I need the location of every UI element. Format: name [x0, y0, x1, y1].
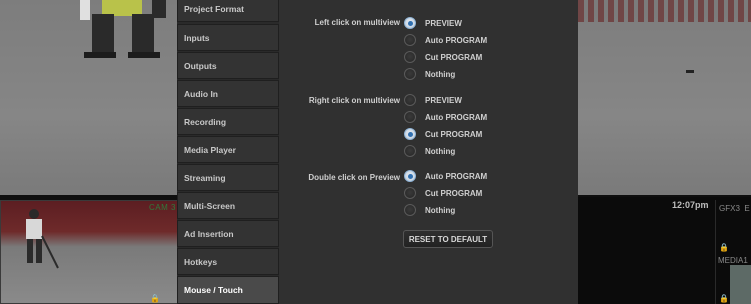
radio-icon[interactable] — [404, 145, 416, 157]
double-click-label: Double click on Preview — [308, 173, 400, 182]
mouse-touch-settings: Left click on multiview PREVIEW Auto PRO… — [279, 0, 578, 304]
goalie-figure — [80, 0, 166, 58]
sidebar-item-mouse-touch[interactable]: Mouse / Touch — [177, 276, 279, 304]
left-click-option-auto-program[interactable]: Auto PROGRAM — [404, 33, 487, 47]
double-click-option-nothing[interactable]: Nothing — [404, 203, 455, 217]
right-click-option-preview[interactable]: PREVIEW — [404, 93, 462, 107]
sidebar-item-recording[interactable]: Recording — [177, 108, 279, 135]
double-click-option-cut-program[interactable]: Cut PROGRAM — [404, 186, 482, 200]
right-click-option-nothing[interactable]: Nothing — [404, 144, 455, 158]
camera-3-label: CAM 3 — [149, 203, 176, 212]
tile-divider — [715, 200, 716, 304]
radio-icon[interactable] — [404, 68, 416, 80]
sidebar-item-multi-screen[interactable]: Multi-Screen — [177, 192, 279, 219]
radio-selected-icon[interactable] — [404, 17, 416, 29]
sidebar-item-streaming[interactable]: Streaming — [177, 164, 279, 191]
sidebar-item-audio-in[interactable]: Audio In — [177, 80, 279, 107]
lock-icon: 🔒 — [719, 243, 729, 252]
settings-panel: Project Format Inputs Outputs Audio In R… — [177, 0, 578, 304]
radio-selected-icon[interactable] — [404, 170, 416, 182]
radio-icon[interactable] — [404, 51, 416, 63]
radio-selected-icon[interactable] — [404, 128, 416, 140]
skater-figure — [26, 209, 59, 269]
right-click-option-auto-program[interactable]: Auto PROGRAM — [404, 110, 487, 124]
radio-icon[interactable] — [404, 94, 416, 106]
lock-icon: 🔒 — [719, 294, 729, 303]
settings-sidebar: Project Format Inputs Outputs Audio In R… — [177, 0, 279, 304]
left-click-label: Left click on multiview — [314, 18, 400, 27]
left-click-option-nothing[interactable]: Nothing — [404, 67, 455, 81]
sidebar-item-inputs[interactable]: Inputs — [177, 24, 279, 51]
sidebar-item-ad-insertion[interactable]: Ad Insertion — [177, 220, 279, 247]
media-1-thumbnail — [730, 265, 751, 304]
sidebar-item-media-player[interactable]: Media Player — [177, 136, 279, 163]
rink-boards — [578, 0, 751, 22]
left-click-option-cut-program[interactable]: Cut PROGRAM — [404, 50, 482, 64]
radio-icon[interactable] — [404, 34, 416, 46]
sidebar-item-outputs[interactable]: Outputs — [177, 52, 279, 79]
media-1-label: MEDIA1 — [718, 256, 748, 265]
radio-icon[interactable] — [404, 187, 416, 199]
lock-icon: 🔒 — [150, 294, 160, 303]
sidebar-item-hotkeys[interactable]: Hotkeys — [177, 248, 279, 275]
gfx-3-label: GFX3 E — [719, 204, 750, 213]
clock-readout: 12:07pm — [672, 200, 709, 210]
reset-to-default-button[interactable]: RESET TO DEFAULT — [403, 230, 493, 248]
left-click-option-preview[interactable]: PREVIEW — [404, 16, 462, 30]
right-click-label: Right click on multiview — [308, 96, 400, 105]
hockey-stick — [686, 70, 694, 73]
sidebar-item-project-format[interactable]: Project Format — [177, 0, 279, 22]
radio-icon[interactable] — [404, 111, 416, 123]
radio-icon[interactable] — [404, 204, 416, 216]
double-click-option-auto-program[interactable]: Auto PROGRAM — [404, 169, 487, 183]
right-click-option-cut-program[interactable]: Cut PROGRAM — [404, 127, 482, 141]
